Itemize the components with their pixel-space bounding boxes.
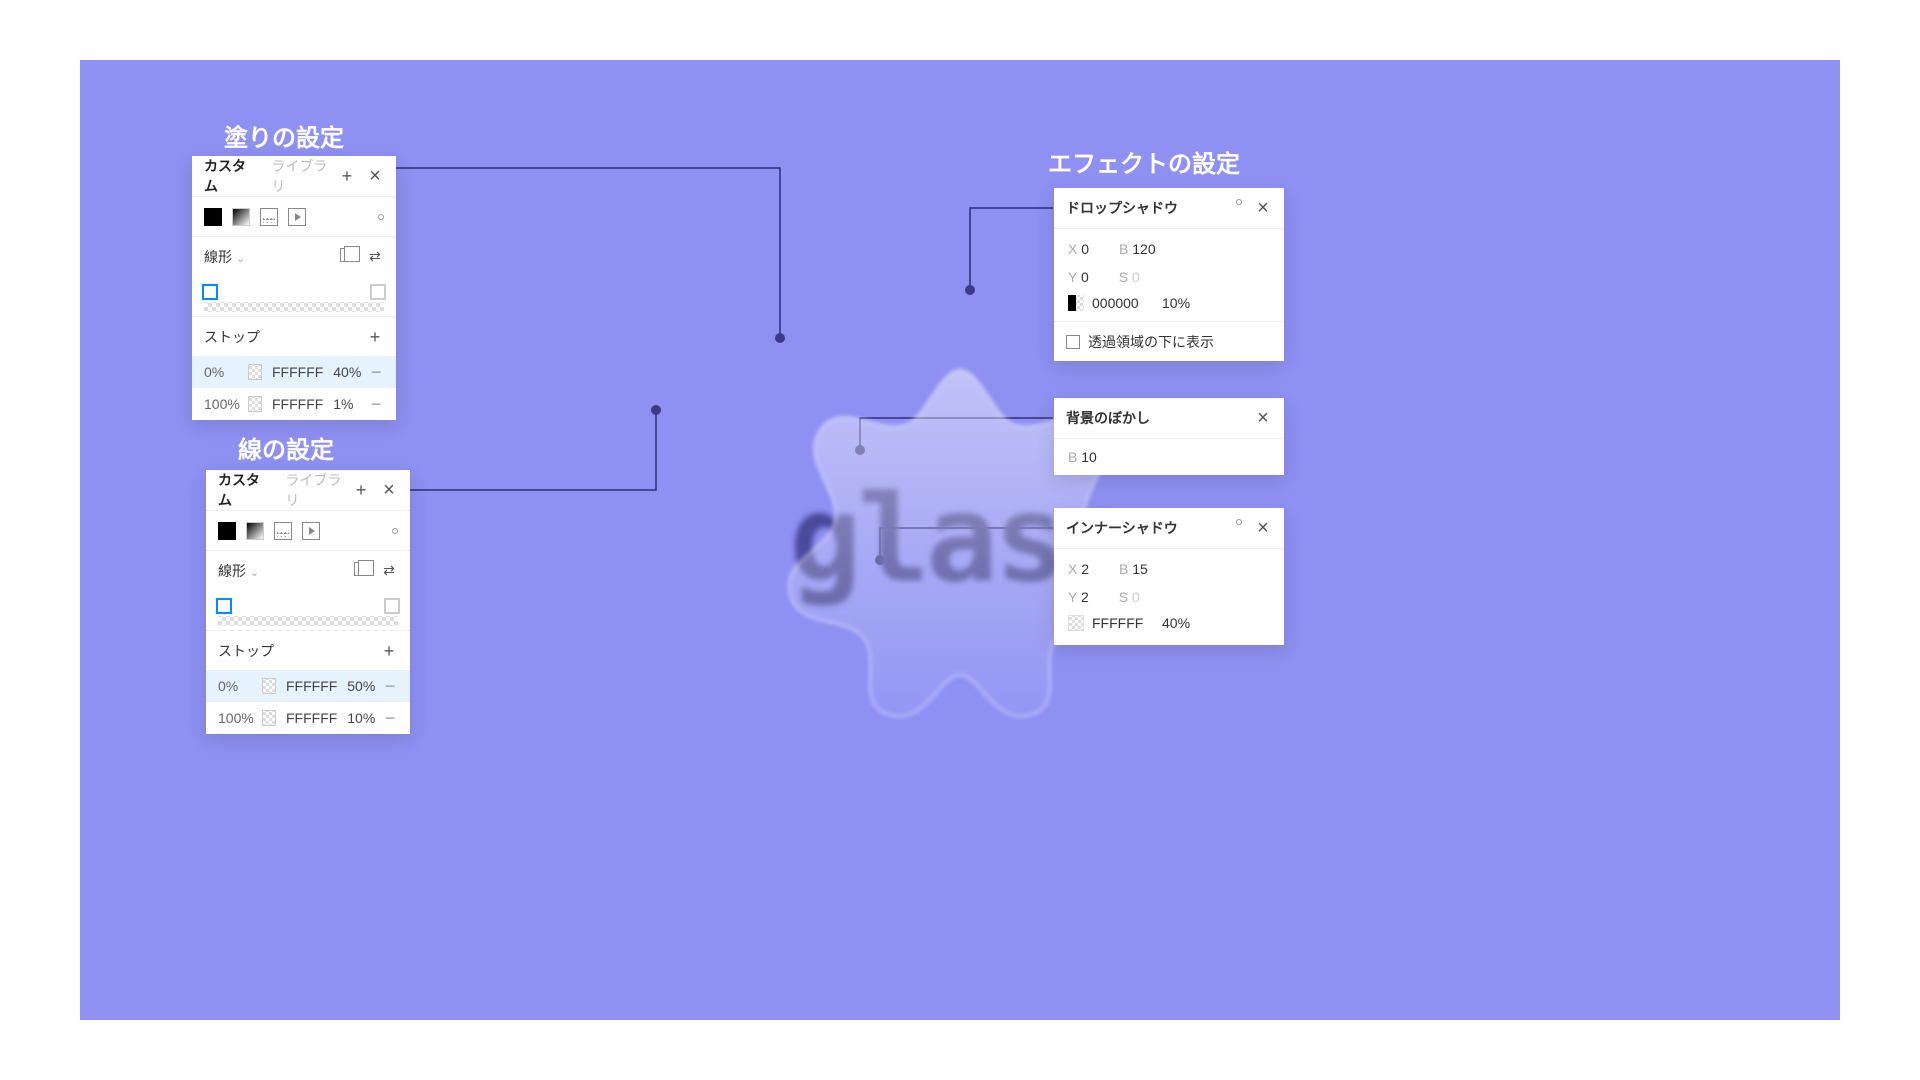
gradient-end-handle[interactable] bbox=[370, 284, 386, 300]
blend-mode-icon[interactable] bbox=[1235, 198, 1243, 206]
stop-row[interactable]: 100% FFFFFF 10% bbox=[206, 702, 410, 734]
tab-library[interactable]: ライブラリ bbox=[285, 470, 352, 510]
add-fill-icon[interactable] bbox=[338, 167, 356, 185]
tab-library[interactable]: ライブラリ bbox=[271, 156, 338, 196]
remove-stop-icon[interactable] bbox=[368, 395, 384, 413]
stop-row[interactable]: 100% FFFFFF 1% bbox=[192, 388, 396, 420]
duplicate-icon[interactable] bbox=[354, 562, 368, 576]
add-stop-icon[interactable] bbox=[380, 642, 398, 660]
gradient-start-handle[interactable] bbox=[216, 598, 232, 614]
image-fill-icon[interactable] bbox=[274, 522, 292, 540]
show-behind-checkbox[interactable] bbox=[1066, 335, 1080, 349]
effect-section-title: エフェクトの設定 bbox=[1048, 144, 1240, 179]
stroke-section-title: 線の設定 bbox=[238, 430, 334, 465]
gradient-swatch-icon[interactable] bbox=[232, 208, 250, 226]
video-fill-icon[interactable] bbox=[302, 522, 320, 540]
remove-stop-icon[interactable] bbox=[368, 363, 384, 381]
drop-shadow-spread[interactable]: 0 bbox=[1132, 269, 1140, 285]
remove-stop-icon[interactable] bbox=[382, 677, 398, 695]
background-blur-panel: 背景のぼかし B 10 bbox=[1054, 398, 1284, 475]
gradient-end-handle[interactable] bbox=[384, 598, 400, 614]
close-panel-icon[interactable] bbox=[1254, 519, 1272, 537]
inner-shadow-color-swatch[interactable] bbox=[1068, 615, 1084, 631]
inner-shadow-spread[interactable]: 0 bbox=[1132, 589, 1140, 605]
stop-swatch[interactable] bbox=[262, 710, 276, 726]
add-stroke-icon[interactable] bbox=[352, 481, 370, 499]
image-fill-icon[interactable] bbox=[260, 208, 278, 226]
stop-swatch[interactable] bbox=[262, 678, 276, 694]
gradient-start-handle[interactable] bbox=[202, 284, 218, 300]
drop-shadow-title: ドロップシャドウ bbox=[1066, 198, 1178, 218]
video-fill-icon[interactable] bbox=[288, 208, 306, 226]
stops-header: ストップ bbox=[218, 641, 274, 661]
drop-shadow-panel: ドロップシャドウ X 0 B 120 Y 0 S 0 000000 10% bbox=[1054, 188, 1284, 361]
gradient-track[interactable] bbox=[218, 616, 398, 626]
close-panel-icon[interactable] bbox=[1254, 409, 1272, 427]
gradient-type-select[interactable]: 線形 bbox=[204, 247, 245, 267]
swap-stops-icon[interactable] bbox=[380, 562, 398, 580]
close-panel-icon[interactable] bbox=[1254, 199, 1272, 217]
gradient-swatch-icon[interactable] bbox=[246, 522, 264, 540]
stop-swatch[interactable] bbox=[248, 364, 262, 380]
stop-swatch[interactable] bbox=[248, 396, 262, 412]
fill-gradient-panel: カスタム ライブラリ 線形 bbox=[192, 156, 396, 420]
add-stop-icon[interactable] bbox=[366, 328, 384, 346]
solid-swatch-icon[interactable] bbox=[218, 522, 236, 540]
remove-stop-icon[interactable] bbox=[382, 709, 398, 727]
close-panel-icon[interactable] bbox=[380, 481, 398, 499]
inner-shadow-title: インナーシャドウ bbox=[1066, 518, 1178, 538]
shadow-color-hex[interactable]: 000000 bbox=[1092, 295, 1162, 311]
stop-row[interactable]: 0% FFFFFF 40% bbox=[192, 356, 396, 388]
drop-shadow-blur[interactable]: 120 bbox=[1132, 241, 1155, 257]
shadow-color-swatch[interactable] bbox=[1068, 295, 1084, 311]
drop-shadow-x[interactable]: 0 bbox=[1081, 241, 1089, 257]
inner-shadow-y[interactable]: 2 bbox=[1081, 589, 1089, 605]
tab-custom[interactable]: カスタム bbox=[204, 156, 257, 196]
gradient-type-select[interactable]: 線形 bbox=[218, 561, 259, 581]
gradient-track[interactable] bbox=[204, 302, 384, 312]
blend-mode-icon[interactable] bbox=[377, 212, 385, 220]
inner-shadow-x[interactable]: 2 bbox=[1081, 561, 1089, 577]
shadow-color-alpha[interactable]: 10% bbox=[1162, 295, 1190, 311]
inner-shadow-blur[interactable]: 15 bbox=[1132, 561, 1148, 577]
inner-shadow-color-alpha[interactable]: 40% bbox=[1162, 615, 1190, 631]
fill-section-title: 塗りの設定 bbox=[224, 118, 344, 153]
bg-blur-title: 背景のぼかし bbox=[1066, 408, 1150, 428]
duplicate-icon[interactable] bbox=[340, 248, 354, 262]
blend-mode-icon[interactable] bbox=[391, 526, 399, 534]
stroke-gradient-panel: カスタム ライブラリ 線形 bbox=[206, 470, 410, 734]
stops-header: ストップ bbox=[204, 327, 260, 347]
close-panel-icon[interactable] bbox=[366, 167, 384, 185]
blend-mode-icon[interactable] bbox=[1235, 518, 1243, 526]
tab-custom[interactable]: カスタム bbox=[218, 470, 271, 510]
bg-blur-value[interactable]: 10 bbox=[1081, 449, 1097, 465]
inner-shadow-color-hex[interactable]: FFFFFF bbox=[1092, 615, 1162, 631]
drop-shadow-y[interactable]: 0 bbox=[1081, 269, 1089, 285]
solid-swatch-icon[interactable] bbox=[204, 208, 222, 226]
inner-shadow-panel: インナーシャドウ X 2 B 15 Y 2 S 0 FFFFFF 40% bbox=[1054, 508, 1284, 645]
show-behind-label: 透過領域の下に表示 bbox=[1088, 332, 1214, 352]
stop-row[interactable]: 0% FFFFFF 50% bbox=[206, 670, 410, 702]
swap-stops-icon[interactable] bbox=[366, 248, 384, 266]
